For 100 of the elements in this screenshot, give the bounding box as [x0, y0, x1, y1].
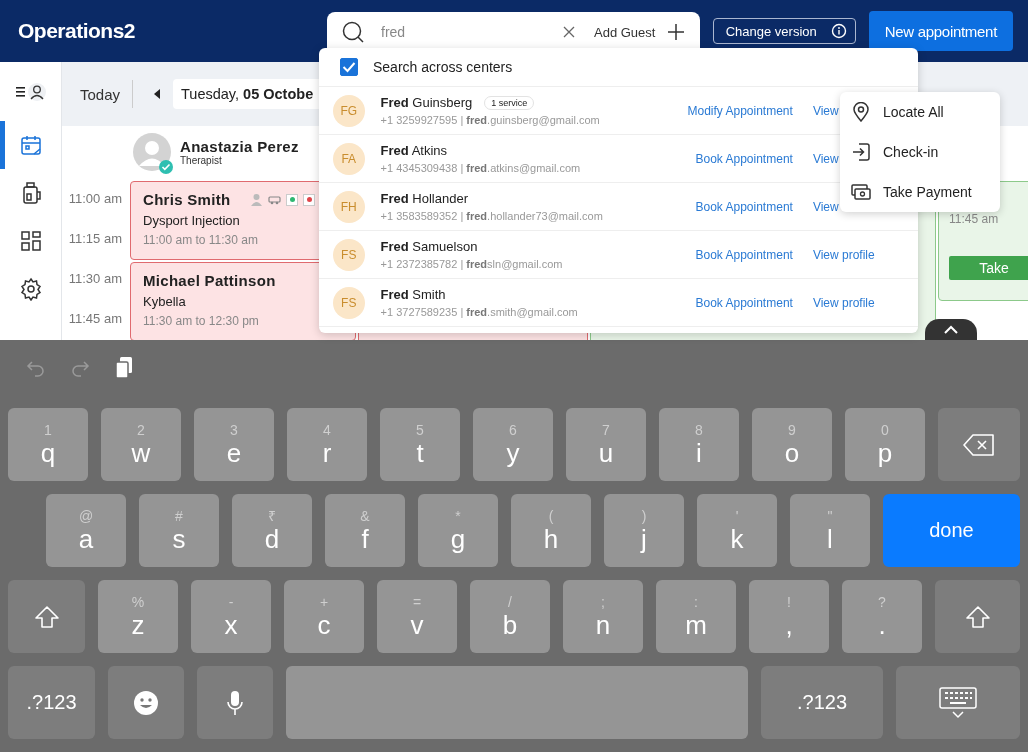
keyboard-key[interactable]: ) j [604, 494, 684, 567]
emoji-key[interactable] [108, 666, 184, 739]
appointment-time: 11:30 am to 12:30 pm [143, 314, 260, 328]
keyboard-key[interactable]: 9 o [752, 408, 832, 481]
checkbox[interactable] [340, 58, 358, 76]
payment-icon [851, 184, 871, 200]
car-icon [268, 194, 281, 205]
keyboard-key[interactable]: 0 p [845, 408, 925, 481]
initials-avatar: FG [333, 94, 365, 127]
client-name: Chris Smith [143, 191, 231, 208]
keyboard-key[interactable]: 2 w [101, 408, 181, 481]
microphone-icon [227, 689, 243, 716]
time-label: 11:15 am [67, 231, 123, 248]
guest-name[interactable]: Fred Atkins [380, 143, 448, 158]
shift-icon [964, 604, 991, 629]
shift-key[interactable] [935, 580, 1020, 653]
keyboard-key[interactable]: ' k [697, 494, 777, 567]
keyboard-key[interactable]: # s [139, 494, 219, 567]
menu-profile-icon[interactable] [15, 81, 46, 103]
keyboard-key[interactable]: @ a [46, 494, 126, 567]
guest-contact: +1 2372385782 | fredsln@gmail.com [380, 258, 564, 270]
guest-contact: +1 3583589352 | fred.hollander73@mail.com [380, 210, 604, 222]
today-button[interactable]: Today [68, 85, 133, 103]
keyboard-key[interactable]: = v [377, 580, 457, 653]
keyboard-key[interactable]: - x [191, 580, 271, 653]
search-icon [341, 20, 365, 44]
guest-name[interactable]: Fred Guinsberg [380, 95, 473, 110]
paste-icon[interactable] [114, 355, 134, 380]
appointment-link[interactable]: Book Appointment [656, 151, 793, 166]
clear-icon[interactable] [563, 26, 575, 38]
chevron-up-icon [944, 325, 958, 334]
view-profile-link[interactable]: View profile [812, 295, 878, 310]
keyboard-key[interactable]: 7 u [566, 408, 646, 481]
info-icon [830, 23, 847, 39]
keyboard-key[interactable]: % z [98, 580, 178, 653]
check-in-icon [851, 142, 871, 162]
keyboard-key[interactable]: 4 r [287, 408, 367, 481]
appointment-link[interactable]: Book Appointment [656, 247, 793, 262]
keyboard-key[interactable]: " l [790, 494, 870, 567]
guest-name[interactable]: Fred Smith [380, 287, 446, 302]
keyboard-key[interactable]: 8 i [659, 408, 739, 481]
initials-avatar: FS [333, 286, 365, 319]
guest-contact: +1 4345309438 | fred.atkins@gmail.com [380, 162, 582, 174]
keyboard-icon [939, 686, 977, 719]
keyboard-key[interactable]: * g [418, 494, 498, 567]
take-payment-button[interactable]: Take [949, 256, 1028, 280]
staff-name: Anastazia Perez [180, 138, 299, 155]
microphone-key[interactable] [197, 666, 273, 739]
emoji-icon [133, 689, 159, 716]
client-name: Michael Pattinson [143, 272, 276, 289]
keyboard-key[interactable]: + c [284, 580, 364, 653]
menu-item[interactable]: Locate All [840, 92, 1000, 132]
keyboard-key[interactable]: ? . [842, 580, 922, 653]
time-label: 11:00 am [67, 191, 123, 208]
staff-role: Therapist [180, 155, 223, 166]
initials-avatar: FH [333, 190, 365, 223]
guest-name[interactable]: Fred Samuelson [380, 239, 478, 254]
change-version-button[interactable]: Change version [712, 18, 856, 44]
symbols-key[interactable]: .?123 [8, 666, 95, 739]
menu-item[interactable]: Check-in [840, 132, 1000, 172]
person-icon [250, 193, 263, 206]
appointment-time: 11:45 am [949, 212, 1000, 226]
keyboard-key[interactable]: 3 e [194, 408, 274, 481]
keyboard-key[interactable]: & f [325, 494, 405, 567]
appointment-link[interactable]: Modify Appointment [656, 103, 793, 118]
checkbox-label: Search across centers [373, 59, 513, 75]
backspace-key[interactable] [938, 408, 1020, 481]
shift-key[interactable] [8, 580, 85, 653]
guest-contact: +1 3727589235 | fred.smith@gmail.com [380, 306, 579, 318]
plus-icon [667, 23, 686, 41]
keyboard-key[interactable]: 5 t [380, 408, 460, 481]
keyboard-key[interactable]: ₹ d [232, 494, 312, 567]
shift-icon [33, 604, 60, 629]
app-title: Operations2 [18, 19, 136, 43]
keyboard-key[interactable]: ( h [511, 494, 591, 567]
guest-name[interactable]: Fred Hollander [380, 191, 468, 206]
appointment-link[interactable]: Book Appointment [656, 295, 793, 310]
keyboard-key[interactable]: 6 y [473, 408, 553, 481]
symbols-key[interactable]: .?123 [761, 666, 883, 739]
keyboard-key[interactable]: : m [656, 580, 736, 653]
location-pin-icon [851, 102, 871, 122]
guest-contact: +1 3259927595 | fred.guinsberg@gmail.com [380, 114, 601, 126]
keyboard-key[interactable]: ! , [749, 580, 829, 653]
done-key[interactable]: done [883, 494, 1020, 567]
keyboard-key[interactable]: 1 q [8, 408, 88, 481]
avatar-icon [133, 133, 171, 171]
new-appointment-button[interactable]: New appointment [868, 11, 1013, 51]
keyboard-toggle-tab[interactable] [925, 319, 977, 340]
appointment-time: 11:00 am to 11:30 am [143, 233, 259, 247]
add-guest-button[interactable]: Add Guest [594, 23, 686, 41]
appointment-link[interactable]: Book Appointment [656, 199, 793, 214]
keyboard-key[interactable]: ; n [563, 580, 643, 653]
initials-avatar: FS [333, 238, 365, 271]
view-profile-link[interactable]: View profile [812, 247, 878, 262]
initials-avatar: FA [333, 142, 365, 175]
service-name: Dysport Injection [143, 213, 241, 228]
keyboard-key[interactable]: / b [470, 580, 550, 653]
service-name: Kybella [143, 294, 187, 309]
previous-caret-icon[interactable] [153, 89, 162, 99]
hide-keyboard-key[interactable] [896, 666, 1020, 739]
